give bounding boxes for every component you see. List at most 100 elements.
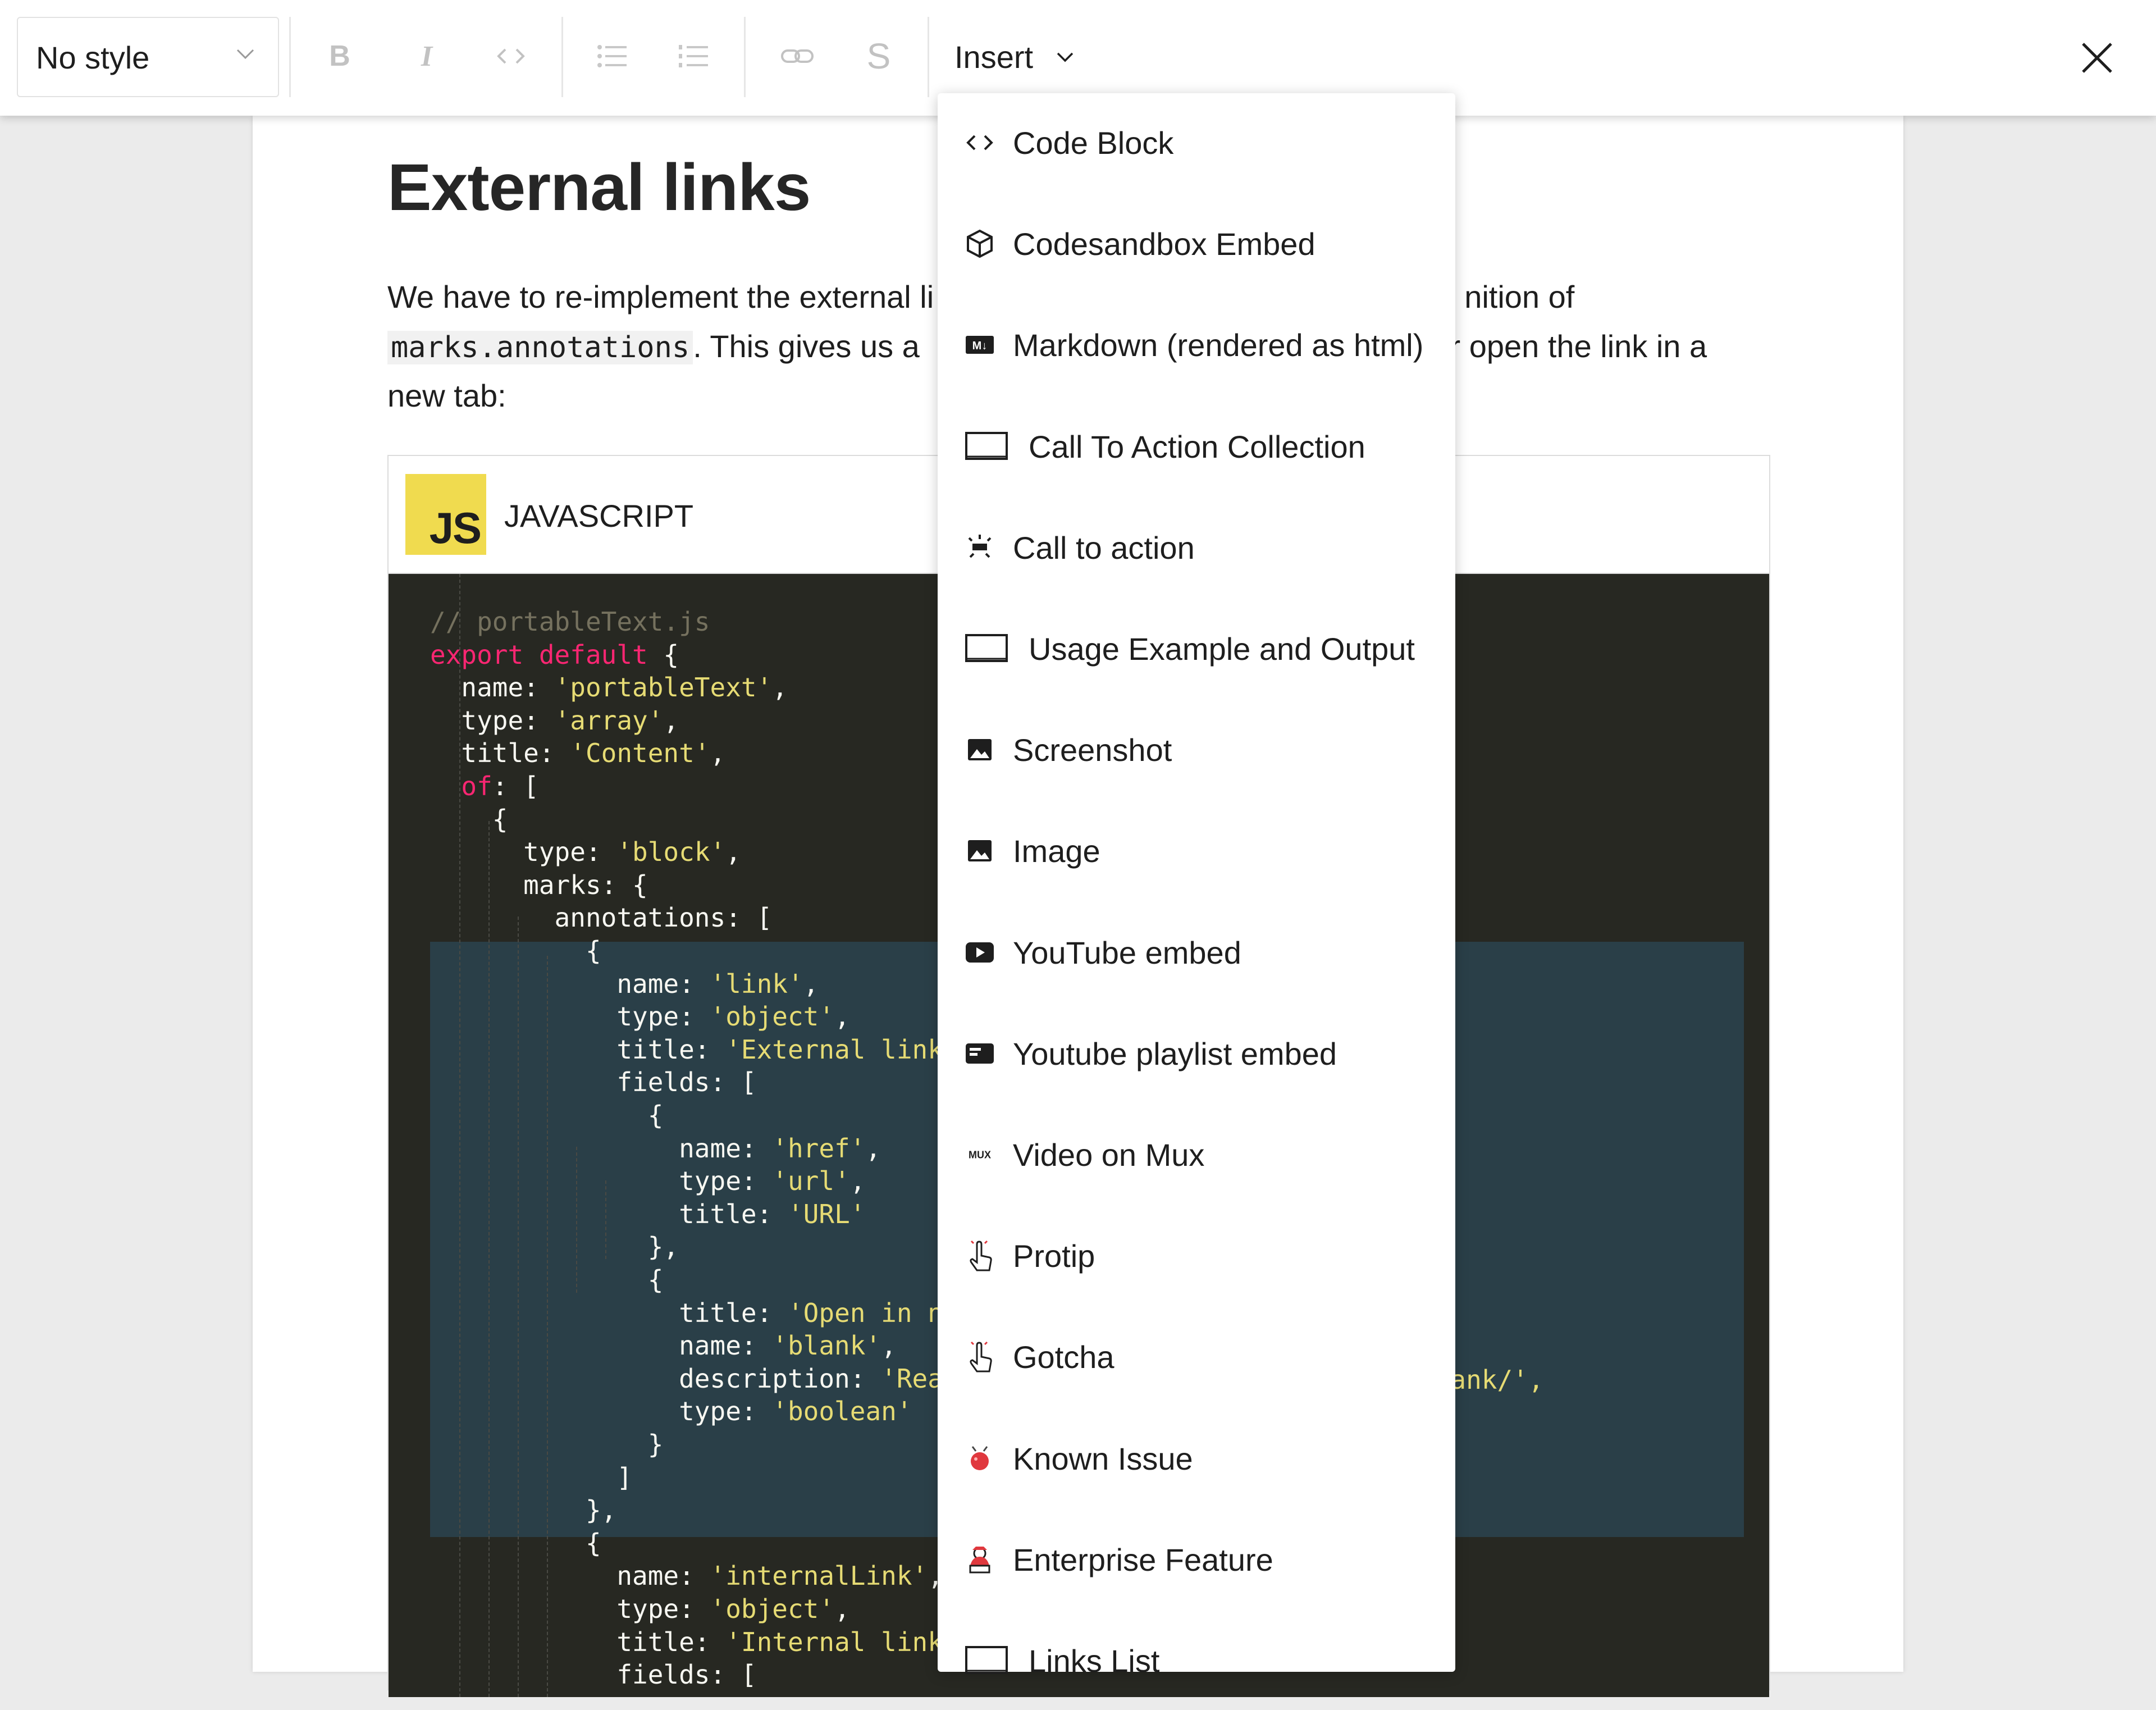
italic-button[interactable]: I: [407, 34, 446, 79]
chevron-down-icon: [1057, 52, 1074, 62]
code-line: },: [430, 1495, 617, 1526]
close-icon[interactable]: [2077, 38, 2117, 77]
code-line: {: [430, 1265, 664, 1295]
chevron-down-icon: [236, 49, 254, 60]
bold-button[interactable]: B: [320, 34, 359, 79]
javascript-logo-icon: JS: [405, 474, 486, 555]
paragraph-text: We have to re-implement the external li: [387, 279, 934, 314]
code-language-label: JAVASCRIPT: [504, 498, 694, 533]
document-title[interactable]: External links: [387, 149, 811, 226]
paragraph-text: for open the link in a: [1423, 329, 1707, 364]
code-line: title: 'URL': [430, 1198, 866, 1229]
javascript-logo-text: JS: [429, 503, 482, 553]
insert-menu-item[interactable]: Call To Action Collection: [938, 397, 1455, 496]
insert-menu-item-label: Usage Example and Output: [1029, 631, 1415, 667]
toolbar-divider: [561, 17, 563, 97]
insert-menu-item-label: Gotcha: [1013, 1339, 1114, 1375]
image-icon: [965, 836, 995, 866]
code-line: }: [430, 1429, 664, 1460]
insert-label: Insert: [954, 39, 1034, 75]
youtube-icon: [965, 937, 995, 968]
code-line: {: [430, 1100, 664, 1130]
insert-menu-item-label: Code Block: [1013, 125, 1174, 161]
code-line: {: [430, 1527, 601, 1558]
code-line: title: 'Internal link': [430, 1626, 959, 1657]
paragraph-text: nition of: [1464, 279, 1575, 314]
code-line: title: 'Open in new: [430, 1297, 975, 1328]
code-line: fields: [: [430, 1659, 757, 1690]
numbered-list-icon: [679, 45, 708, 67]
block-icon: [965, 632, 1008, 665]
insert-menu-item-label: YouTube embed: [1013, 934, 1241, 970]
numbered-list-button[interactable]: [674, 34, 713, 79]
insert-menu-item[interactable]: MUX Video on Mux: [938, 1105, 1455, 1204]
code-line: name: 'internalLink',: [430, 1561, 943, 1592]
insert-menu-item[interactable]: Youtube playlist embed: [938, 1004, 1455, 1103]
code-line: {: [430, 804, 508, 835]
code-line: // portableText.js: [430, 607, 710, 637]
mux-icon: MUX: [965, 1139, 995, 1170]
insert-menu-item[interactable]: Usage Example and Output: [938, 599, 1455, 698]
block-icon: [965, 430, 1008, 463]
code-line: name: 'blank',: [430, 1330, 897, 1361]
code-line: annotations: [: [430, 902, 773, 933]
link-button[interactable]: [775, 34, 820, 79]
toolbar-divider: [744, 17, 746, 97]
hand-pointing-icon: [965, 1241, 995, 1271]
code-line: title: 'External link': [430, 1034, 959, 1065]
inline-code-button[interactable]: [491, 34, 531, 79]
bullet-list-button[interactable]: [592, 34, 632, 79]
insert-menu-item[interactable]: Gotcha: [938, 1307, 1455, 1406]
insert-menu-item-label: Video on Mux: [1013, 1137, 1205, 1173]
code-line: name: 'portableText',: [430, 672, 788, 703]
toolbar-divider: [289, 17, 291, 97]
code-line: export default {: [430, 639, 679, 670]
bullet-list-icon: [597, 45, 627, 67]
paragraph-line[interactable]: new tab:: [387, 377, 506, 414]
insert-menu-item[interactable]: Codesandbox Embed: [938, 194, 1455, 293]
insert-menu-item-label: Known Issue: [1013, 1440, 1193, 1476]
insert-menu: Code Block Codesandbox Embed M↓ Markdown (r…: [938, 93, 1455, 1679]
bug-icon: [965, 1443, 995, 1474]
insert-menu-item[interactable]: Links List: [938, 1611, 1455, 1710]
strikethrough-button[interactable]: S: [859, 34, 898, 79]
insert-menu-item[interactable]: Code Block: [938, 93, 1455, 192]
code-line: ]: [430, 1462, 633, 1493]
cta-icon: [965, 532, 995, 563]
code-line: marks: {: [430, 869, 648, 900]
insert-menu-item[interactable]: Call to action: [938, 498, 1455, 597]
code-line: type: 'array',: [430, 705, 679, 736]
insert-menu-item[interactable]: Screenshot: [938, 700, 1455, 799]
code-line: name: 'link',: [430, 968, 819, 999]
code-line: of: [: [430, 771, 539, 801]
paragraph-text: . This gives us a: [693, 329, 920, 364]
code-line: {: [430, 936, 601, 966]
insert-menu-item[interactable]: M↓ Markdown (rendered as html): [938, 295, 1455, 394]
code-line: type: 'url',: [430, 1166, 866, 1197]
insert-menu-item-label: Protip: [1013, 1238, 1095, 1274]
code-line: title: 'Content',: [430, 738, 726, 769]
bold-icon: B: [329, 40, 350, 72]
insert-menu-item[interactable]: Enterprise Feature: [938, 1510, 1455, 1609]
svg-text:M↓: M↓: [972, 340, 988, 352]
insert-menu-item-label: Markdown (rendered as html): [1013, 327, 1424, 363]
insert-button[interactable]: Insert: [954, 17, 1075, 97]
playlist-icon: [965, 1038, 995, 1069]
image-icon: [965, 735, 995, 765]
insert-menu-item[interactable]: YouTube embed: [938, 903, 1455, 1002]
person-icon: [965, 1544, 995, 1575]
style-select[interactable]: No style: [17, 17, 279, 97]
insert-menu-item-label: Screenshot: [1013, 732, 1172, 768]
insert-menu-item-label: Youtube playlist embed: [1013, 1036, 1337, 1071]
code-line: fields: [: [430, 1067, 757, 1098]
toolbar-divider: [928, 17, 929, 97]
insert-menu-item[interactable]: Known Issue: [938, 1409, 1455, 1508]
style-select-value: No style: [36, 40, 150, 75]
insert-menu-item[interactable]: Image: [938, 801, 1455, 900]
insert-menu-item-label: Codesandbox Embed: [1013, 226, 1315, 262]
svg-text:MUX: MUX: [969, 1149, 991, 1160]
code-line: name: 'href',: [430, 1133, 881, 1164]
code-icon: [497, 48, 525, 64]
insert-menu-item-label: Call to action: [1013, 530, 1195, 566]
insert-menu-item[interactable]: Protip: [938, 1206, 1455, 1305]
